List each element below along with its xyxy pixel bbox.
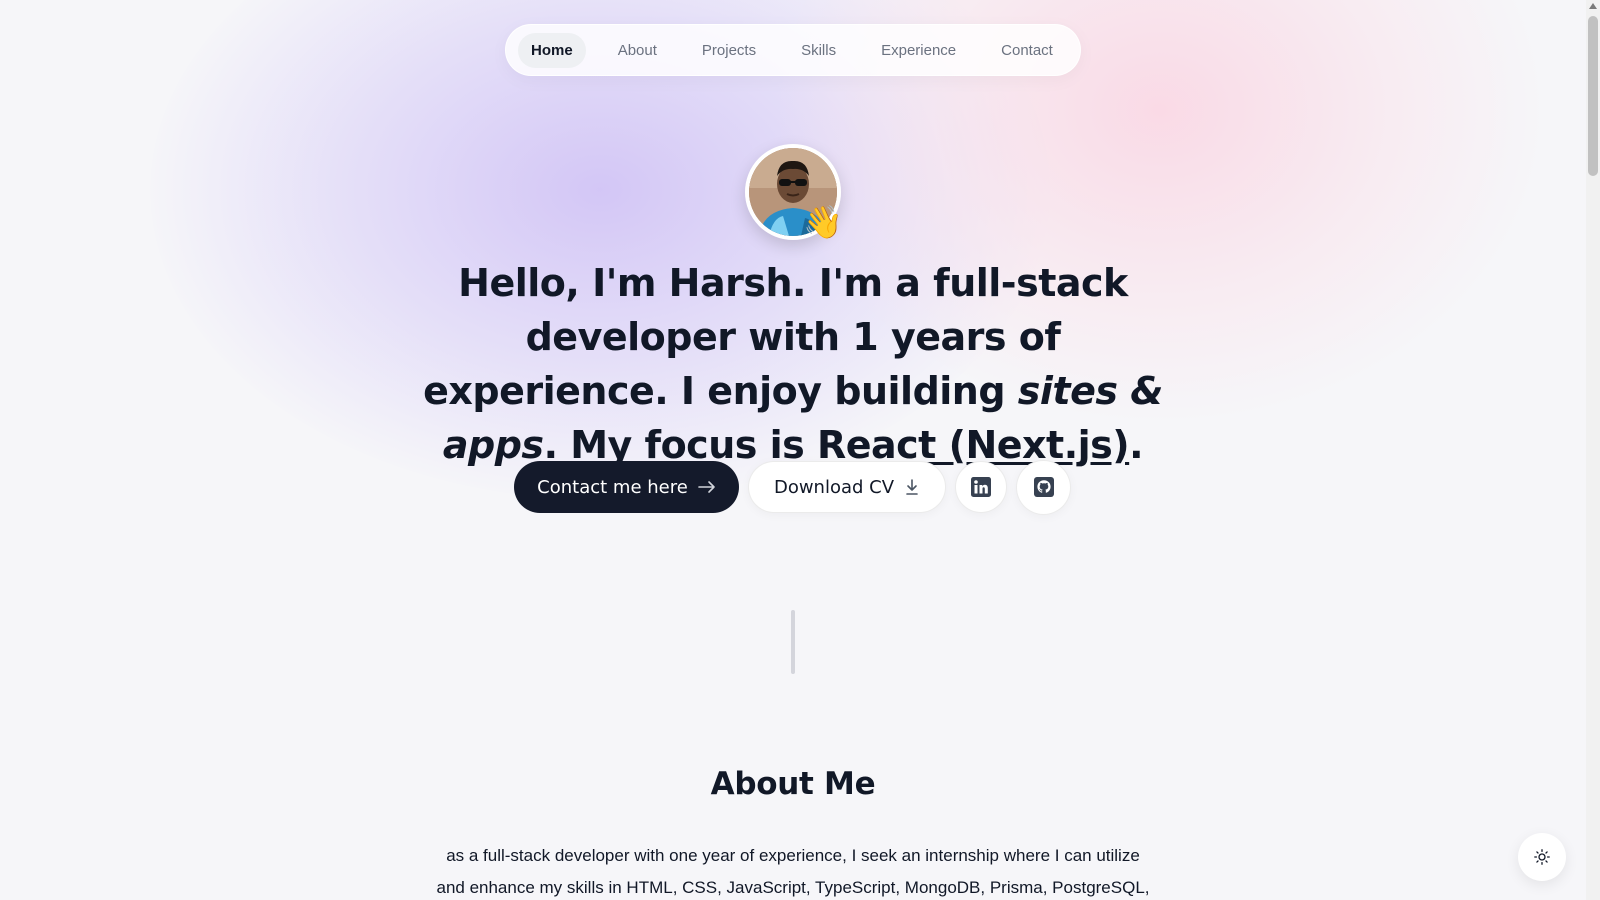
page-scrollbar[interactable] [1586,0,1600,900]
theme-toggle-button[interactable] [1518,833,1566,881]
github-button[interactable] [1016,459,1071,515]
nav-item-contact[interactable]: Contact [988,33,1066,68]
hero-greeting: Hello, I'm Harsh. [458,261,806,305]
sun-icon [1534,849,1550,865]
page-content: Home About Projects Skills Experience Co… [0,0,1586,900]
contact-button[interactable]: Contact me here [514,461,739,513]
nav-item-home[interactable]: Home [518,32,586,68]
arrow-right-icon [698,481,715,493]
scrollbar-thumb[interactable] [1588,16,1598,176]
profile-avatar: 👋 [745,144,843,240]
nav-item-skills[interactable]: Skills [788,33,849,68]
hero-text-2: with [735,315,853,359]
nav-item-projects[interactable]: Projects [689,33,769,68]
main-navigation: Home About Projects Skills Experience Co… [505,24,1081,76]
hero-years: 1 years [852,315,1007,359]
contact-button-label: Contact me here [537,476,688,498]
linkedin-icon [971,477,991,497]
hero-text-1: I'm a [805,261,934,305]
section-divider [791,610,795,674]
hero-actions: Contact me here Download CV [514,459,1071,515]
waving-hand-icon: 👋 [803,204,843,240]
linkedin-button[interactable] [955,461,1007,513]
download-cv-button[interactable]: Download CV [748,461,946,513]
nav-item-about[interactable]: About [605,33,670,68]
download-cv-label: Download CV [773,476,895,498]
about-section-text: as a full-stack developer with one year … [436,846,1150,897]
hero-text-5: . [1129,423,1144,467]
github-icon [1033,477,1054,497]
hero-heading: Hello, I'm Harsh. I'm a full-stack devel… [400,256,1186,472]
download-icon [906,479,918,495]
about-section-title: About Me [710,766,876,802]
nav-item-experience[interactable]: Experience [868,33,969,68]
scroll-up-arrow-icon[interactable] [1589,3,1597,9]
